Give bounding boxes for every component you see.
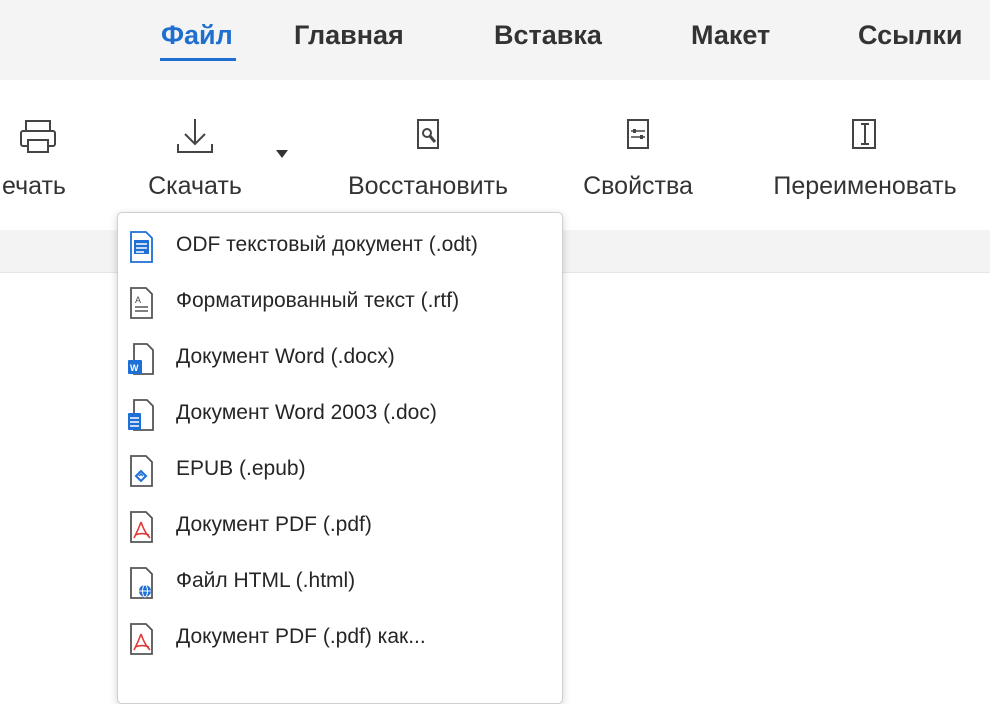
docx-file-icon: W [128,343,154,375]
download-dropdown-caret[interactable] [276,150,288,158]
tab-home[interactable]: Главная [294,20,404,51]
menu-item-epub[interactable]: EPUB (.epub) [118,443,562,499]
properties-button[interactable]: Свойства [566,80,710,220]
menu-item-label: Форматированный текст (.rtf) [176,289,460,312]
odt-file-icon [130,231,153,263]
menu-item-pdf[interactable]: Документ PDF (.pdf) [118,499,562,555]
tab-references[interactable]: Ссылки [858,20,962,51]
svg-text:W: W [130,363,139,373]
doc-file-icon [128,399,154,431]
print-label: ечать [2,172,66,200]
pdf-as-file-icon [130,623,153,655]
print-button[interactable]: ечать [0,80,96,220]
rename-button[interactable]: Переименовать [748,80,982,220]
printer-icon [20,120,56,153]
menu-item-odt[interactable]: ODF текстовый документ (.odt) [118,219,562,275]
download-button[interactable]: Скачать [124,80,266,220]
menu-item-label: Документ Word 2003 (.doc) [176,401,437,424]
download-icon [177,119,213,153]
menu-item-pdf-as[interactable]: Документ PDF (.pdf) как... [118,611,562,667]
file-toolbar: ечать Скачать Восстановить Свойства Пере… [0,80,990,230]
download-label: Скачать [148,172,242,200]
svg-text:A: A [135,295,141,305]
menu-item-label: Документ Word (.docx) [176,345,395,368]
html-file-icon [130,567,153,599]
restore-icon [417,119,439,149]
menu-item-docx[interactable]: W Документ Word (.docx) [118,331,562,387]
tab-file[interactable]: Файл [161,20,233,51]
menu-item-label: Документ PDF (.pdf) [176,513,372,536]
rename-icon [852,119,876,149]
rename-label: Переименовать [773,172,957,200]
menu-tab-bar: Файл Главная Вставка Макет Ссылки [0,0,990,80]
pdf-file-icon [130,511,153,543]
active-tab-underline [160,58,236,61]
menu-item-label: EPUB (.epub) [176,457,306,480]
menu-item-doc[interactable]: Документ Word 2003 (.doc) [118,387,562,443]
menu-item-label: ODF текстовый документ (.odt) [176,233,478,256]
tab-insert[interactable]: Вставка [494,20,602,51]
properties-icon [627,119,649,149]
rtf-file-icon: A [130,287,153,319]
menu-item-label: Документ PDF (.pdf) как... [176,625,426,648]
menu-item-label: Файл HTML (.html) [176,569,356,592]
menu-item-html[interactable]: Файл HTML (.html) [118,555,562,611]
restore-label: Восстановить [347,172,509,200]
properties-label: Свойства [583,172,693,200]
restore-button[interactable]: Восстановить [324,80,532,220]
tab-layout[interactable]: Макет [691,20,770,51]
menu-item-rtf[interactable]: A Форматированный текст (.rtf) [118,275,562,331]
download-format-menu: ODF текстовый документ (.odt) A Форматир… [117,212,563,704]
epub-file-icon [130,455,153,487]
